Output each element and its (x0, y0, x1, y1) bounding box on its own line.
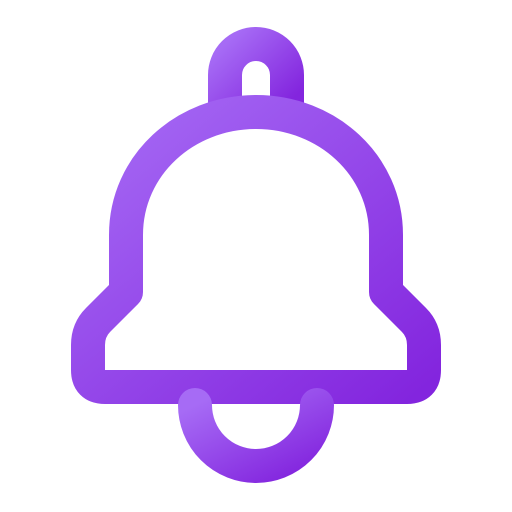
bell-icon (71, 27, 441, 483)
icon-canvas (0, 0, 512, 512)
bell-body (71, 95, 441, 404)
bell-clapper (178, 388, 334, 483)
